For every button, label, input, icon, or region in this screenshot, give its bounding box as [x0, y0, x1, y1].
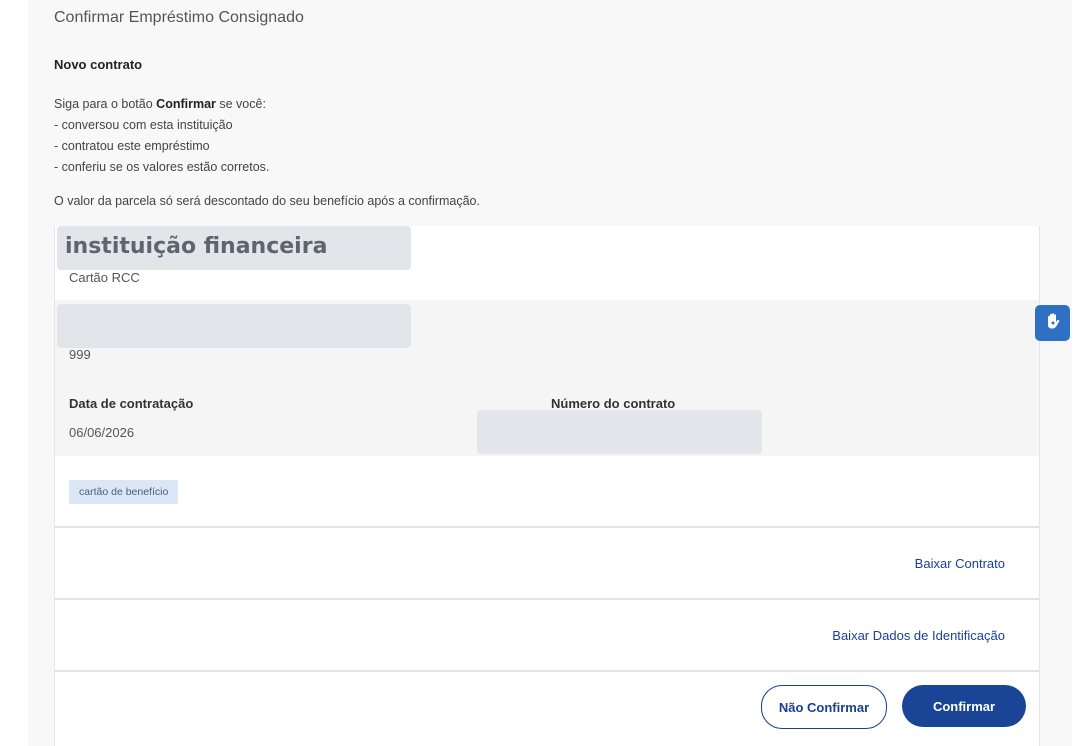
institution-label: instituição financeira	[65, 234, 328, 259]
instruction-item: - conversou com esta instituição	[54, 118, 233, 132]
instruction-item: - conferiu se os valores estão corretos.	[54, 160, 270, 174]
download-contract-link[interactable]: Baixar Contrato	[915, 556, 1005, 571]
date-value: 06/06/2026	[69, 425, 135, 440]
instructions-block: Siga para o botão Confirmar se você: - c…	[54, 94, 269, 178]
contract-number-redacted	[477, 410, 762, 454]
hand-accessibility-icon	[1044, 312, 1062, 335]
installment-note: O valor da parcela só será descontado do…	[54, 194, 480, 208]
page-title: Confirmar Empréstimo Consignado	[54, 9, 304, 26]
instructions-lead: Siga para o botão Confirmar se você:	[54, 94, 269, 115]
accessibility-button[interactable]	[1035, 305, 1070, 341]
institution-section: instituição financeira Cartão RCC	[55, 226, 1039, 300]
contract-number-label: Número do contrato	[551, 396, 676, 411]
lead-bold: Confirmar	[156, 97, 216, 111]
benefit-card-tag: cartão de benefício	[69, 480, 179, 504]
divider	[55, 670, 1039, 672]
divider	[55, 526, 1039, 528]
contract-card: instituição financeira Cartão RCC 999 Da…	[54, 226, 1040, 746]
confirm-button[interactable]: Confirmar	[902, 685, 1026, 727]
code-value: 999	[69, 347, 91, 362]
product-name: Cartão RCC	[69, 270, 140, 285]
contract-details-section: 999 Data de contratação 06/06/2026 Númer…	[55, 300, 1039, 456]
redacted-field	[57, 304, 411, 348]
instruction-item: - contratou este empréstimo	[54, 139, 210, 153]
lead-prefix: Siga para o botão	[54, 97, 157, 111]
download-identification-link[interactable]: Baixar Dados de Identificação	[832, 628, 1005, 643]
date-label: Data de contratação	[69, 396, 194, 411]
divider	[55, 598, 1039, 600]
lead-suffix: se você:	[215, 97, 266, 111]
institution-name-redacted: instituição financeira	[57, 226, 411, 270]
reject-button[interactable]: Não Confirmar	[761, 685, 887, 729]
section-subtitle: Novo contrato	[54, 57, 143, 72]
